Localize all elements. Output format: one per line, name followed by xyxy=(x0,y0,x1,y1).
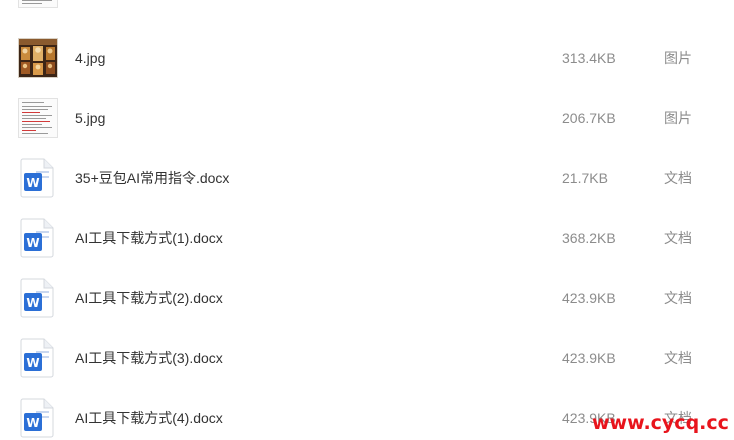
file-name: AI工具下载方式(2).docx xyxy=(75,290,223,306)
file-size: 313.4KB xyxy=(562,50,616,66)
file-name: AI工具下载方式(1).docx xyxy=(75,230,223,246)
file-name: 5.jpg xyxy=(75,110,106,126)
file-name: AI工具下载方式(4).docx xyxy=(75,410,223,426)
file-type: 文档 xyxy=(664,230,692,246)
file-row[interactable]: W 35+豆包AI常用指令.docx 21.7KB 文档 xyxy=(0,148,734,208)
file-row[interactable]: 4.jpg 313.4KB 图片 xyxy=(0,28,734,88)
file-name: 4.jpg xyxy=(75,50,106,66)
image-file-thumbnail-icon xyxy=(18,98,58,138)
word-document-icon: W xyxy=(20,278,54,318)
word-document-icon: W xyxy=(20,338,54,378)
file-row[interactable]: W AI工具下载方式(1).docx 368.2KB 文档 xyxy=(0,208,734,268)
svg-text:W: W xyxy=(26,356,39,370)
file-name: AI工具下载方式(3).docx xyxy=(75,350,223,366)
image-file-thumbnail-icon xyxy=(18,0,58,8)
file-type: 图片 xyxy=(664,50,692,66)
file-row[interactable]: 5.jpg 206.7KB 图片 xyxy=(0,88,734,148)
file-size: 206.7KB xyxy=(562,110,616,126)
file-size: 368.2KB xyxy=(562,230,616,246)
word-document-icon: W xyxy=(20,218,54,258)
file-type: 图片 xyxy=(664,110,692,126)
file-type: 文档 xyxy=(664,290,692,306)
svg-text:W: W xyxy=(26,176,39,190)
file-list: 4.jpg 313.4KB 图片 5.jpg 206.7KB 图片 W 35+豆… xyxy=(0,0,734,440)
word-document-icon: W xyxy=(20,158,54,198)
watermark-text: www.cycq.cc xyxy=(592,412,729,434)
svg-text:W: W xyxy=(26,296,39,310)
file-size: 423.9KB xyxy=(562,290,616,306)
file-row[interactable] xyxy=(0,0,734,18)
file-type: 文档 xyxy=(664,170,692,186)
svg-text:W: W xyxy=(26,416,39,430)
file-row[interactable]: W AI工具下载方式(3).docx 423.9KB 文档 xyxy=(0,328,734,388)
file-size: 423.9KB xyxy=(562,350,616,366)
file-type: 文档 xyxy=(664,350,692,366)
file-row[interactable]: W AI工具下载方式(2).docx 423.9KB 文档 xyxy=(0,268,734,328)
photo-thumbnail-image xyxy=(19,39,57,77)
photo-thumbnail-icon xyxy=(18,38,58,78)
file-size: 21.7KB xyxy=(562,170,608,186)
word-document-icon: W xyxy=(20,398,54,438)
svg-text:W: W xyxy=(26,236,39,250)
file-name: 35+豆包AI常用指令.docx xyxy=(75,170,230,186)
